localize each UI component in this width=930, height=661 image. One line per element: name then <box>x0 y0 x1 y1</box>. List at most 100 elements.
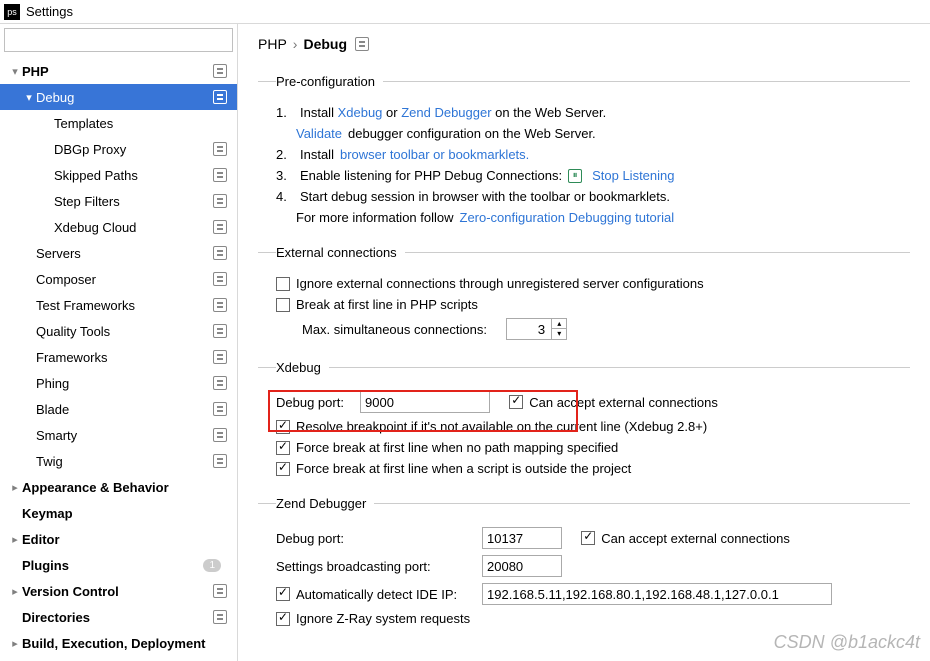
tree-item-skipped-paths[interactable]: Skipped Paths <box>0 162 237 188</box>
preconfig-section: Pre-configuration 1. Install Xdebug or Z… <box>258 74 910 231</box>
tree-item-editor[interactable]: ▸Editor <box>0 526 237 552</box>
project-icon <box>213 272 227 286</box>
project-icon <box>213 298 227 312</box>
tree-item-twig[interactable]: Twig <box>0 448 237 474</box>
titlebar: ps Settings <box>0 0 930 24</box>
tree-item-dbgp-proxy[interactable]: DBGp Proxy <box>0 136 237 162</box>
badge: 1 <box>203 559 221 572</box>
tree-item-label: Version Control <box>22 584 213 599</box>
tree-item-version-control[interactable]: ▸Version Control <box>0 578 237 604</box>
ignore-external-checkbox[interactable] <box>276 277 290 291</box>
spinner-up-icon[interactable]: ▴ <box>552 319 566 329</box>
tree-item-debug[interactable]: ▾Debug <box>0 84 237 110</box>
xdebug-accept-checkbox[interactable] <box>509 395 523 409</box>
xdebug-link[interactable]: Xdebug <box>338 105 383 120</box>
chevron-right-icon: › <box>293 36 298 52</box>
tree-item-quality-tools[interactable]: Quality Tools <box>0 318 237 344</box>
tree-item-label: Smarty <box>36 428 213 443</box>
zeroconf-link[interactable]: Zero-configuration Debugging tutorial <box>460 210 675 225</box>
expand-icon[interactable]: ▸ <box>8 585 22 598</box>
project-icon <box>213 350 227 364</box>
tree-item-templates[interactable]: Templates <box>0 110 237 136</box>
tree-item-blade[interactable]: Blade <box>0 396 237 422</box>
tree-item-label: Debug <box>36 90 213 105</box>
expand-icon[interactable]: ▸ <box>8 481 22 494</box>
tree-item-step-filters[interactable]: Step Filters <box>0 188 237 214</box>
resolve-breakpoint-checkbox[interactable] <box>276 420 290 434</box>
tree-item-servers[interactable]: Servers <box>0 240 237 266</box>
tree-item-phing[interactable]: Phing <box>0 370 237 396</box>
expand-icon[interactable]: ▾ <box>22 91 36 104</box>
tree-item-composer[interactable]: Composer <box>0 266 237 292</box>
stop-listening-link[interactable]: Stop Listening <box>592 168 674 183</box>
tree-item-frameworks[interactable]: Frameworks <box>0 344 237 370</box>
tree-item-appearance-behavior[interactable]: ▸Appearance & Behavior <box>0 474 237 500</box>
tree-item-test-frameworks[interactable]: Test Frameworks <box>0 292 237 318</box>
tree-item-keymap[interactable]: Keymap <box>0 500 237 526</box>
expand-icon[interactable]: ▾ <box>8 65 22 78</box>
max-conn-label: Max. simultaneous connections: <box>302 322 487 337</box>
tree-item-label: Test Frameworks <box>36 298 213 313</box>
spinner-down-icon[interactable]: ▾ <box>552 329 566 339</box>
listen-icon: ⏸ <box>568 169 582 183</box>
toolbar-link[interactable]: browser toolbar or bookmarklets. <box>340 147 529 162</box>
settings-tree[interactable]: ▾PHP▾DebugTemplatesDBGp ProxySkipped Pat… <box>0 58 237 661</box>
project-icon <box>213 376 227 390</box>
external-connections-section: External connections Ignore external con… <box>258 245 910 346</box>
zend-debugger-link[interactable]: Zend Debugger <box>401 105 491 120</box>
tree-item-label: Quality Tools <box>36 324 213 339</box>
tree-item-build-execution-deployment[interactable]: ▸Build, Execution, Deployment <box>0 630 237 656</box>
tree-item-php[interactable]: ▾PHP <box>0 58 237 84</box>
xdebug-legend: Xdebug <box>276 360 329 375</box>
tree-item-directories[interactable]: Directories <box>0 604 237 630</box>
xdebug-section: Xdebug Debug port: Can accept external c… <box>258 360 910 482</box>
tree-item-label: Directories <box>22 610 213 625</box>
force-break-outside-checkbox[interactable] <box>276 462 290 476</box>
tree-item-xdebug-cloud[interactable]: Xdebug Cloud <box>0 214 237 240</box>
tree-item-label: Templates <box>54 116 227 131</box>
project-icon <box>213 90 227 104</box>
tree-item-label: Skipped Paths <box>54 168 213 183</box>
zend-bc-input[interactable] <box>482 555 562 577</box>
tree-item-label: Frameworks <box>36 350 213 365</box>
tree-item-label: Blade <box>36 402 213 417</box>
expand-icon[interactable]: ▸ <box>8 533 22 546</box>
validate-link[interactable]: Validate <box>296 126 342 141</box>
xdebug-port-label: Debug port: <box>276 395 354 410</box>
max-conn-input[interactable] <box>506 318 552 340</box>
project-icon <box>213 454 227 468</box>
auto-detect-ip-checkbox[interactable] <box>276 587 290 601</box>
tree-item-label: Editor <box>22 532 227 547</box>
search-input[interactable] <box>4 28 233 52</box>
ignore-zray-checkbox[interactable] <box>276 612 290 626</box>
tree-item-label: Twig <box>36 454 213 469</box>
tree-item-plugins[interactable]: Plugins1 <box>0 552 237 578</box>
zend-port-label: Debug port: <box>276 531 476 546</box>
zend-port-input[interactable] <box>482 527 562 549</box>
tree-item-smarty[interactable]: Smarty <box>0 422 237 448</box>
zend-accept-checkbox[interactable] <box>581 531 595 545</box>
zend-bc-label: Settings broadcasting port: <box>276 559 476 574</box>
preconfig-legend: Pre-configuration <box>276 74 383 89</box>
ide-ip-input[interactable] <box>482 583 832 605</box>
expand-icon[interactable]: ▸ <box>8 637 22 650</box>
project-icon <box>213 584 227 598</box>
tree-item-label: Plugins <box>22 558 203 573</box>
project-icon <box>213 194 227 208</box>
xdebug-port-input[interactable] <box>360 391 490 413</box>
sidebar: 🔍 ▾PHP▾DebugTemplatesDBGp ProxySkipped P… <box>0 24 238 661</box>
project-icon <box>213 142 227 156</box>
project-icon <box>213 324 227 338</box>
tree-item-languages-frameworks[interactable]: ▸Languages & Frameworks <box>0 656 237 661</box>
break-first-line-checkbox[interactable] <box>276 298 290 312</box>
project-icon <box>213 168 227 182</box>
project-icon <box>355 37 369 51</box>
force-break-nopath-checkbox[interactable] <box>276 441 290 455</box>
project-icon <box>213 402 227 416</box>
max-conn-spinner[interactable]: ▴▾ <box>506 318 567 340</box>
breadcrumb: PHP › Debug <box>258 24 910 64</box>
tree-item-label: Keymap <box>22 506 227 521</box>
breadcrumb-root[interactable]: PHP <box>258 36 287 52</box>
window-title: Settings <box>26 4 73 19</box>
tree-item-label: Appearance & Behavior <box>22 480 227 495</box>
